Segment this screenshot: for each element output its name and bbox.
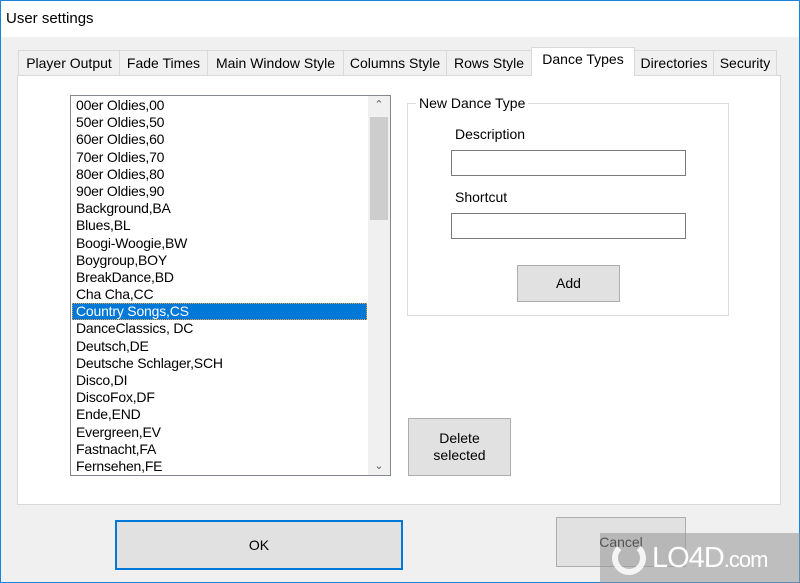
delete-selected-button[interactable]: Delete selected [408,418,511,476]
scroll-up-icon[interactable]: ⌃ [368,96,390,114]
list-item[interactable]: Cha Cha,CC [72,286,367,303]
list-item[interactable]: 00er Oldies,00 [72,97,367,114]
lo4d-watermark: LO4D.com [600,533,800,583]
tab-player-output[interactable]: Player Output [18,50,120,76]
list-item[interactable]: 80er Oldies,80 [72,166,367,183]
listbox-scrollbar[interactable]: ⌃ ⌄ [368,96,390,475]
list-item[interactable]: Blues,BL [72,217,367,234]
new-dance-type-legend: New Dance Type [416,95,529,111]
add-button[interactable]: Add [517,265,620,302]
list-item[interactable]: Disco,DI [72,372,367,389]
scrollbar-thumb[interactable] [370,117,388,220]
list-item[interactable]: Fastnacht,FA [72,441,367,458]
list-item[interactable]: 90er Oldies,90 [72,183,367,200]
tab-main-window-style[interactable]: Main Window Style [207,50,344,76]
list-item[interactable]: DanceClassics, DC [72,320,367,337]
description-label: Description [455,126,526,142]
list-item[interactable]: 50er Oldies,50 [72,114,367,131]
user-settings-window: User settings Player Output Fade Times M… [0,0,800,583]
lo4d-logo-icon [612,541,646,575]
tab-directories[interactable]: Directories [634,50,714,76]
list-item[interactable]: Deutsche Schlager,SCH [72,355,367,372]
list-item[interactable]: Fernsehen,FE [72,458,367,475]
list-item[interactable]: BreakDance,BD [72,269,367,286]
list-item[interactable]: 70er Oldies,70 [72,149,367,166]
dance-types-listbox[interactable]: 00er Oldies,00 50er Oldies,50 60er Oldies,… [70,95,391,476]
tab-fade-times[interactable]: Fade Times [119,50,208,76]
shortcut-input[interactable] [451,213,686,239]
list-item[interactable]: Country Songs,CS [72,303,367,321]
delete-label-line2: selected [433,447,486,463]
scroll-down-icon[interactable]: ⌄ [368,457,390,475]
title-bar: User settings [1,1,799,37]
list-item[interactable]: Boogi-Woogie,BW [72,235,367,252]
shortcut-label: Shortcut [455,189,508,205]
tab-rows-style[interactable]: Rows Style [446,50,532,76]
ok-button[interactable]: OK [115,520,403,570]
watermark-text: LO4D [652,542,725,574]
tab-security[interactable]: Security [713,50,777,76]
list-item[interactable]: Ende,END [72,406,367,423]
list-item[interactable]: DiscoFox,DF [72,389,367,406]
list-item[interactable]: Background,BA [72,200,367,217]
delete-label-line1: Delete [439,430,480,446]
dance-types-list: 00er Oldies,00 50er Oldies,50 60er Oldies,… [72,97,367,475]
tab-columns-style[interactable]: Columns Style [343,50,447,76]
ok-button-label: OK [248,536,270,553]
tab-dance-types[interactable]: Dance Types [531,47,635,76]
settings-tabs: Player Output Fade Times Main Window Sty… [18,47,788,76]
list-item[interactable]: Evergreen,EV [72,424,367,441]
list-item[interactable]: Boygroup,BOY [72,252,367,269]
description-input[interactable] [451,150,686,176]
list-item[interactable]: Deutsch,DE [72,338,367,355]
list-item[interactable]: 60er Oldies,60 [72,131,367,148]
window-title: User settings [6,10,94,27]
watermark-suffix: .com [723,547,769,572]
add-button-label: Add [556,275,581,291]
